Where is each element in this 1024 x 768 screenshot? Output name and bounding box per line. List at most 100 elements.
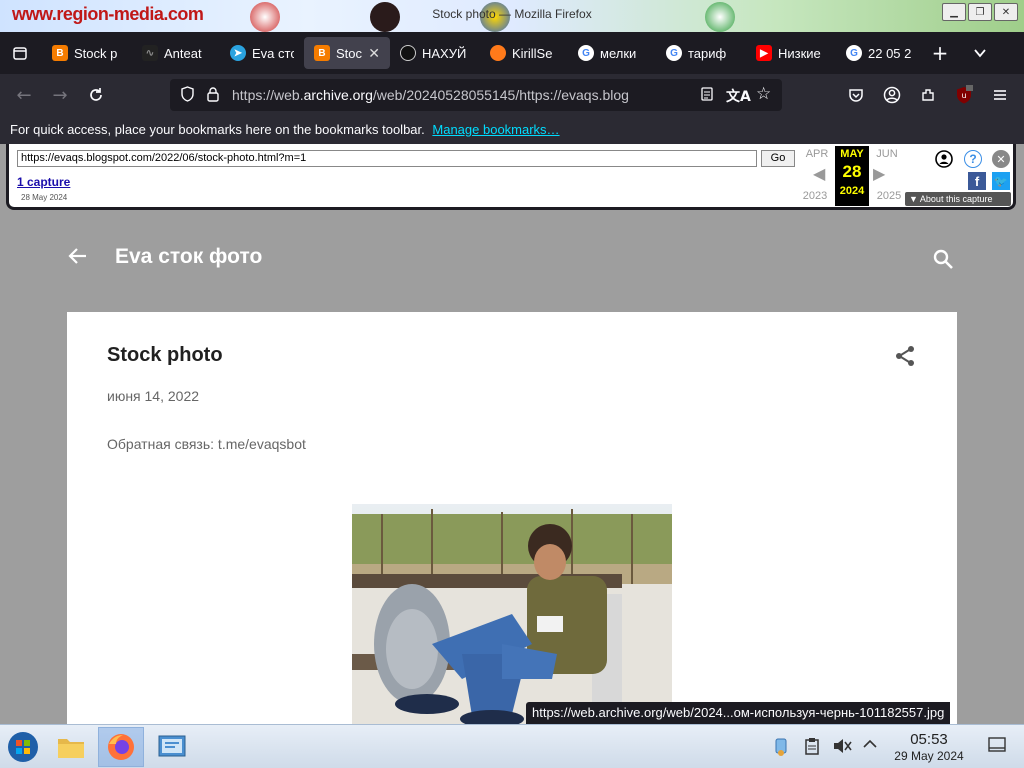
pocket-icon[interactable] xyxy=(838,79,874,111)
post-image[interactable] xyxy=(352,504,672,724)
maximize-button[interactable]: ❐ xyxy=(968,3,992,21)
blog-back-arrow-icon[interactable] xyxy=(66,244,90,274)
show-desktop-icon[interactable] xyxy=(988,737,1006,757)
search-icon[interactable] xyxy=(932,248,954,270)
wayback-account-icon[interactable] xyxy=(935,150,953,168)
back-button[interactable]: ← xyxy=(6,79,42,111)
next-capture-arrow-icon[interactable]: ▶ xyxy=(873,164,885,184)
tab-melki[interactable]: G мелки xyxy=(568,37,656,69)
prev-month[interactable]: APR xyxy=(797,148,837,160)
menu-hamburger-icon[interactable] xyxy=(982,79,1018,111)
captures-link[interactable]: 1 capture xyxy=(17,175,70,189)
file-manager-icon[interactable] xyxy=(48,727,94,767)
youtube-icon: ▶ xyxy=(756,45,772,61)
twitter-icon[interactable]: 🐦 xyxy=(992,172,1010,190)
help-icon[interactable]: ? xyxy=(964,150,982,168)
current-month: MAY xyxy=(840,148,864,160)
blog-title[interactable]: Eva сток фото xyxy=(115,245,262,269)
svg-text:u: u xyxy=(961,91,966,100)
window-title: Stock photo — Mozilla Firefox xyxy=(432,7,592,21)
facebook-icon[interactable]: f xyxy=(968,172,986,190)
tracking-protection-icon[interactable] xyxy=(180,86,195,106)
tab-label: Eva сто xyxy=(252,45,294,61)
blogger-icon: B xyxy=(314,45,330,61)
current-year: 2024 xyxy=(839,185,865,197)
bookmark-star-icon[interactable]: ☆ xyxy=(756,84,771,104)
tab-eva[interactable]: ➤ Eva сто xyxy=(220,37,304,69)
share-icon[interactable] xyxy=(893,344,917,368)
clock-time[interactable]: 05:53 xyxy=(898,731,960,748)
url-bar[interactable]: https://web.archive.org/web/202405280551… xyxy=(170,79,782,111)
url-text[interactable]: https://web.archive.org/web/202405280551… xyxy=(232,87,692,103)
tab-label: Низкие xyxy=(778,45,821,61)
next-month[interactable]: JUN xyxy=(867,148,907,160)
minimize-button[interactable]: ▁ xyxy=(942,3,966,21)
tab-stock-active[interactable]: B Stock ✕ xyxy=(304,37,390,69)
url-prefix: https://web. xyxy=(232,87,304,103)
close-toolbar-icon[interactable]: ✕ xyxy=(992,150,1010,168)
manage-bookmarks-link[interactable]: Manage bookmarks… xyxy=(432,122,559,137)
current-day: 28 xyxy=(842,162,862,181)
blog-page: Eva сток фото Stock photo июня 14, 2022 … xyxy=(0,210,1024,724)
taskbar: 05:53 29 May 2024 xyxy=(0,724,1024,768)
tab-label: Stock xyxy=(336,45,363,61)
tray-expand-icon[interactable] xyxy=(862,737,878,755)
firefox-taskbar-icon[interactable] xyxy=(98,727,144,767)
tab-label: тариф xyxy=(688,45,727,61)
extensions-icon[interactable] xyxy=(910,79,946,111)
post-date: июня 14, 2022 xyxy=(107,388,200,404)
capture-date: 28 May 2024 xyxy=(21,193,68,202)
wayback-url-input[interactable]: https://evaqs.blogspot.com/2022/06/stock… xyxy=(17,150,757,167)
google-icon: G xyxy=(846,45,862,61)
clock-date[interactable]: 29 May 2024 xyxy=(886,749,972,763)
google-icon: G xyxy=(578,45,594,61)
close-window-button[interactable]: ✕ xyxy=(994,3,1018,21)
tab-label: 22 05 2 xyxy=(868,45,912,61)
prev-year[interactable]: 2023 xyxy=(795,190,835,202)
next-year[interactable]: 2025 xyxy=(869,190,909,202)
window-controls: ▁ ❐ ✕ xyxy=(942,3,1018,21)
list-all-tabs-icon[interactable] xyxy=(964,37,996,69)
about-capture-button[interactable]: ▼ About this capture xyxy=(905,192,1011,206)
close-tab-icon[interactable]: ✕ xyxy=(368,45,380,62)
wayback-go-button[interactable]: Go xyxy=(761,150,795,167)
tab-bar: B Stock р ∿ Anteat ➤ Eva сто B Stock ✕ Н… xyxy=(0,32,1024,74)
tab-tarif[interactable]: G тариф xyxy=(656,37,746,69)
volume-muted-icon[interactable] xyxy=(832,737,852,759)
reload-button[interactable] xyxy=(78,79,114,111)
tab-22-05[interactable]: G 22 05 2 xyxy=(836,37,922,69)
site-icon xyxy=(400,45,416,61)
tab-kirill[interactable]: KirillSe xyxy=(480,37,568,69)
navigation-bar: ← → https://web.archive.org/web/20240528… xyxy=(0,74,1024,116)
forward-button[interactable]: → xyxy=(42,79,78,111)
tab-stock-1[interactable]: B Stock р xyxy=(42,37,132,69)
clipboard-tray-icon[interactable] xyxy=(804,737,820,759)
wayback-toolbar: https://evaqs.blogspot.com/2022/06/stock… xyxy=(6,144,1016,210)
tab-label: Anteat xyxy=(164,45,202,61)
anteater-icon: ∿ xyxy=(142,45,158,61)
lock-icon[interactable] xyxy=(206,86,220,106)
about-capture-label: About this capture xyxy=(919,194,993,204)
post-title: Stock photo xyxy=(107,344,223,366)
account-icon[interactable] xyxy=(874,79,910,111)
bookmarks-toolbar: For quick access, place your bookmarks h… xyxy=(0,116,1024,144)
blog-header: Eva сток фото xyxy=(0,210,1024,310)
prev-capture-arrow-icon[interactable]: ◀ xyxy=(813,164,825,184)
google-icon: G xyxy=(666,45,682,61)
post-card: Stock photo июня 14, 2022 Обратная связь… xyxy=(67,312,957,724)
network-tray-icon[interactable] xyxy=(772,737,790,761)
ublock-origin-icon[interactable]: u xyxy=(946,79,982,111)
blogger-icon: B xyxy=(52,45,68,61)
post-body-text: Обратная связь: t.me/evaqsbot xyxy=(107,436,306,452)
control-panel-icon[interactable] xyxy=(150,727,196,767)
tab-anteater[interactable]: ∿ Anteat xyxy=(132,37,220,69)
tab-overview-icon[interactable] xyxy=(4,37,36,69)
tab-label: НАХУЙ xyxy=(422,45,467,61)
bookmarks-hint: For quick access, place your bookmarks h… xyxy=(10,122,425,137)
new-tab-button[interactable]: + xyxy=(924,37,956,69)
tab-youtube[interactable]: ▶ Низкие xyxy=(746,37,836,69)
start-button[interactable] xyxy=(0,727,46,767)
translate-icon[interactable]: 文A xyxy=(726,86,751,106)
reader-view-icon[interactable] xyxy=(700,86,714,106)
tab-nahuy[interactable]: НАХУЙ xyxy=(390,37,480,69)
